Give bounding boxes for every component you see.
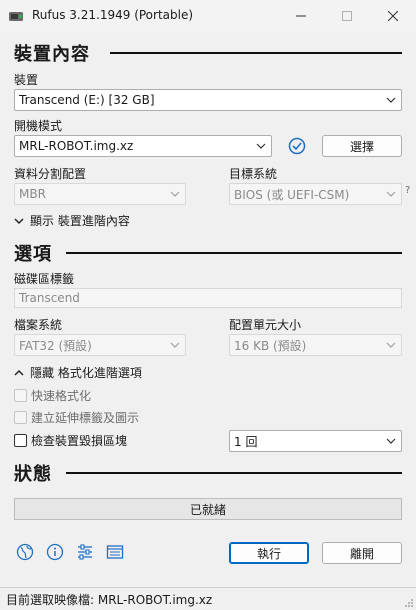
target-system-select[interactable]: BIOS (或 UEFI-CSM) (229, 183, 402, 205)
bad-blocks-passes-select[interactable]: 1 回 (229, 430, 402, 452)
chevron-down-icon (165, 335, 185, 355)
device-select[interactable]: Transcend (E:) [32 GB] (14, 89, 402, 111)
file-system-value: FAT32 (預設) (19, 338, 92, 353)
bad-blocks-checkbox[interactable] (14, 434, 27, 447)
drive-properties-heading: 裝置內容 (14, 44, 90, 65)
hide-advanced-format-label: 隱藏 格式化進階選項 (30, 366, 142, 380)
partition-scheme-select[interactable]: MBR (14, 183, 186, 205)
show-advanced-drive-toggle[interactable]: 顯示 裝置進階內容 (14, 212, 130, 229)
extended-label-label: 建立延伸標籤及圖示 (31, 411, 140, 425)
device-label: 裝置 (14, 73, 39, 87)
verify-checkmark-icon[interactable] (287, 136, 307, 156)
chevron-down-icon (381, 335, 401, 355)
device-value: Transcend (E:) [32 GB] (19, 93, 155, 107)
volume-label-input[interactable]: Transcend (14, 288, 402, 308)
cluster-size-label: 配置單元大小 (229, 318, 302, 332)
chevron-down-icon (251, 136, 271, 156)
start-button[interactable]: 執行 (229, 542, 309, 564)
chevron-down-icon (381, 90, 401, 110)
extended-label-option[interactable]: 建立延伸標籤及圖示 (14, 409, 139, 426)
chevron-down-icon (381, 184, 401, 204)
boot-selection-select[interactable]: MRL-ROBOT.img.xz (14, 135, 272, 157)
volume-label-label: 磁碟區標籤 (14, 272, 75, 286)
bad-blocks-label: 檢查裝置毀損區塊 (31, 434, 128, 448)
hide-advanced-format-toggle[interactable]: 隱藏 格式化進階選項 (14, 364, 142, 381)
resize-grip-icon[interactable] (404, 598, 414, 608)
info-icon[interactable] (46, 543, 64, 561)
target-system-value: BIOS (或 UEFI-CSM) (234, 187, 350, 202)
chevron-down-icon (165, 184, 185, 204)
partition-scheme-value: MBR (19, 187, 46, 201)
log-icon[interactable] (106, 543, 124, 561)
quick-format-checkbox[interactable] (14, 389, 27, 402)
progress-bar: 已就緒 (14, 498, 402, 520)
status-bar-text: 目前選取映像檔: MRL-ROBOT.img.xz (6, 592, 213, 607)
file-system-label: 檔案系統 (14, 318, 63, 332)
chevron-up-icon (14, 369, 24, 377)
maximize-button[interactable] (324, 0, 370, 32)
target-system-label: 目標系統 (229, 167, 278, 181)
cluster-size-select[interactable]: 16 KB (預設) (229, 334, 402, 356)
select-image-button[interactable]: 選擇 (322, 135, 402, 157)
section-divider (110, 52, 402, 54)
minimize-button[interactable] (278, 0, 324, 32)
format-options-heading: 選項 (14, 244, 52, 265)
quick-format-option[interactable]: 快速格式化 (14, 387, 91, 404)
globe-icon[interactable] (16, 543, 34, 561)
section-divider (66, 252, 402, 254)
chevron-down-icon (14, 217, 24, 225)
target-system-help-icon[interactable]: ? (405, 185, 410, 196)
cluster-size-value: 16 KB (預設) (234, 338, 307, 353)
boot-selection-value: MRL-ROBOT.img.xz (19, 139, 134, 153)
file-system-select[interactable]: FAT32 (預設) (14, 334, 186, 356)
status-heading: 狀態 (14, 464, 52, 485)
bad-blocks-option[interactable]: 檢查裝置毀損區塊 (14, 432, 127, 449)
chevron-down-icon (381, 431, 401, 451)
window-title: Rufus 3.21.1949 (Portable) (32, 8, 194, 22)
quick-format-label: 快速格式化 (31, 389, 92, 403)
progress-text: 已就緒 (189, 502, 226, 517)
close-button[interactable]: 離開 (322, 542, 402, 564)
extended-label-checkbox[interactable] (14, 411, 27, 424)
bad-blocks-passes-value: 1 回 (234, 434, 258, 449)
status-bar: 目前選取映像檔: MRL-ROBOT.img.xz (0, 587, 416, 610)
close-window-button[interactable] (370, 0, 416, 32)
boot-selection-label: 開機模式 (14, 119, 63, 133)
partition-scheme-label: 資料分割配置 (14, 167, 87, 181)
section-divider (66, 472, 402, 474)
settings-icon[interactable] (76, 543, 94, 561)
show-advanced-drive-label: 顯示 裝置進階內容 (30, 214, 130, 228)
app-icon (8, 8, 24, 24)
